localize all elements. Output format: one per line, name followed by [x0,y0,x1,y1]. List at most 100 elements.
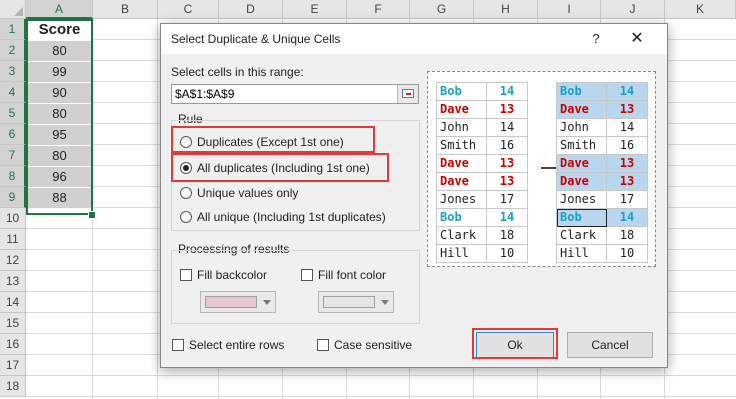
column-header-b[interactable]: B [93,0,158,19]
row-header-15[interactable]: 15 [0,313,26,334]
preview-value-cell: 14 [486,82,528,101]
preview-value-cell: 18 [606,226,648,245]
row-header-10[interactable]: 10 [0,208,26,229]
column-header-g[interactable]: G [410,0,474,19]
preview-table-after: Bob 14 Dave 13 John 14 Smith 16 Dave 13 Dave 13 Jone… [556,82,648,263]
radio-unique-values-only[interactable]: Unique values only [180,184,298,202]
row-header-9[interactable]: 9 [0,187,26,208]
row-header-14[interactable]: 14 [0,292,26,313]
row-header-1[interactable]: 1 [0,19,26,40]
radio-circle [180,211,192,223]
row-header-8[interactable]: 8 [0,166,26,187]
case-sensitive-checkbox[interactable]: Case sensitive [317,337,412,353]
column-header-f[interactable]: F [347,0,410,19]
preview-value-cell: 16 [606,136,648,155]
highlight-box [472,328,558,359]
preview-name-cell: Clark [436,226,487,245]
select-entire-rows-checkbox[interactable]: Select entire rows [172,337,284,353]
checkbox-box [317,339,329,351]
preview-name-cell: Bob [436,82,487,101]
fill-font-color-checkbox[interactable]: Fill font color [301,267,386,283]
radio-label: All unique (Including 1st duplicates) [197,210,386,224]
preview-name-cell: Jones [556,190,607,209]
fontcolor-picker[interactable] [318,291,394,313]
range-input[interactable] [171,84,419,104]
checkbox-label: Select entire rows [189,338,285,352]
preview-row: Smith 16 [556,136,648,155]
radio-all-unique[interactable]: All unique (Including 1st duplicates) [180,208,386,226]
dialog-title: Select Duplicate & Unique Cells [171,32,341,46]
backcolor-picker[interactable] [200,291,276,313]
row-header-5[interactable]: 5 [0,103,26,124]
preview-illustration: Bob 14 Dave 13 John 14 Smith 16 Dave 13 Dave 13 Jone… [427,71,656,267]
column-header-e[interactable]: E [283,0,347,19]
preview-row: Jones 17 [436,190,528,209]
range-select-button[interactable] [397,85,418,103]
gridline [26,396,736,397]
preview-value-cell: 14 [486,208,528,227]
range-picker-icon [402,89,414,98]
preview-name-cell: Bob [556,208,607,227]
preview-name-cell: John [436,118,487,137]
fontcolor-swatch [323,296,375,308]
fill-handle[interactable] [88,211,96,219]
gridline [26,375,736,376]
row-header-16[interactable]: 16 [0,334,26,355]
column-header-d[interactable]: D [219,0,283,19]
preview-row: Dave 13 [436,100,528,119]
preview-name-cell: John [556,118,607,137]
corner-triangle-icon [14,7,23,16]
radio-circle [180,187,192,199]
select-duplicate-unique-dialog: Select Duplicate & Unique Cells ? ✕ Sele… [160,23,668,368]
preview-value-cell: 13 [486,154,528,173]
row-header-3[interactable]: 3 [0,61,26,82]
preview-row: Dave 13 [556,100,648,119]
row-header-6[interactable]: 6 [0,124,26,145]
row-header-12[interactable]: 12 [0,250,26,271]
checkbox-box [172,339,184,351]
preview-value-cell: 14 [606,82,648,101]
selection-range-border [26,19,93,215]
column-header-a[interactable]: A [26,0,93,19]
preview-value-cell: 14 [606,118,648,137]
preview-row: Dave 13 [556,172,648,191]
preview-value-cell: 13 [486,100,528,119]
row-header-11[interactable]: 11 [0,229,26,250]
help-button[interactable]: ? [586,29,606,49]
preview-row: Bob 14 [436,208,528,227]
chevron-down-icon [381,300,389,305]
checkbox-label: Case sensitive [334,338,413,352]
dialog-titlebar[interactable]: Select Duplicate & Unique Cells ? ✕ [161,24,667,54]
highlight-box [171,153,389,182]
column-header-j[interactable]: J [601,0,665,19]
row-header-17[interactable]: 17 [0,355,26,376]
fill-backcolor-checkbox[interactable]: Fill backcolor [180,267,267,283]
row-header-18[interactable]: 18 [0,376,26,397]
column-header-h[interactable]: H [474,0,538,19]
column-header-k[interactable]: K [665,0,736,19]
preview-name-cell: Jones [436,190,487,209]
row-header-4[interactable]: 4 [0,82,26,103]
preview-name-cell: Bob [556,82,607,101]
row-header-13[interactable]: 13 [0,271,26,292]
preview-value-cell: 13 [606,154,648,173]
cancel-button[interactable]: Cancel [567,332,653,358]
select-all-corner[interactable] [0,0,26,19]
preview-value-cell: 14 [606,208,648,227]
preview-name-cell: Dave [556,172,607,191]
preview-row: Jones 17 [556,190,648,209]
close-icon[interactable]: ✕ [627,29,647,49]
chevron-down-icon [263,300,271,305]
row-header-7[interactable]: 7 [0,145,26,166]
column-header-i[interactable]: I [538,0,601,19]
checkbox-label: Fill backcolor [197,268,268,282]
preview-row: Hill 10 [436,244,528,263]
row-header-2[interactable]: 2 [0,40,26,61]
preview-row: Dave 13 [436,172,528,191]
checkbox-label: Fill font color [318,268,387,282]
preview-name-cell: Clark [556,226,607,245]
preview-name-cell: Dave [436,172,487,191]
column-header-c[interactable]: C [158,0,219,19]
preview-name-cell: Dave [556,100,607,119]
preview-value-cell: 18 [486,226,528,245]
